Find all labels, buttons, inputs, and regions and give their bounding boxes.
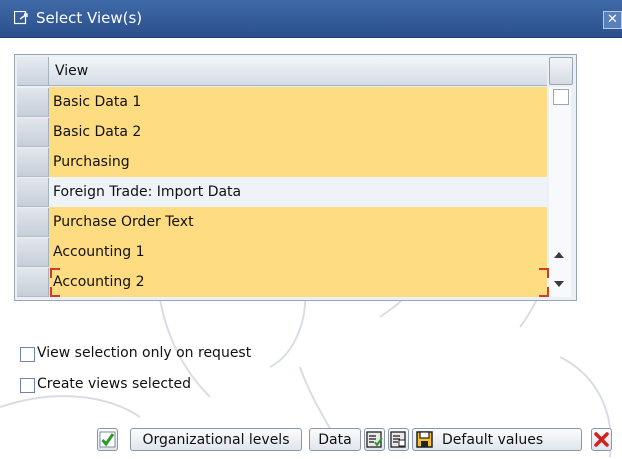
save-icon: [416, 431, 433, 448]
vertical-scrollbar[interactable]: [549, 87, 571, 297]
row-selector[interactable]: [17, 148, 49, 177]
row-selector[interactable]: [17, 238, 49, 267]
create-views-checkbox[interactable]: [20, 378, 35, 393]
select-all-rows-cell[interactable]: [17, 57, 49, 86]
scroll-down-icon[interactable]: [554, 281, 564, 287]
table-row[interactable]: Accounting 1: [17, 237, 547, 267]
title-bar: Select View(s) ✕: [0, 0, 622, 38]
focus-corner-tr: [539, 268, 549, 278]
scroll-thumb[interactable]: [553, 89, 569, 105]
focus-corner-br: [539, 287, 549, 297]
view-cell[interactable]: Accounting 1: [49, 237, 547, 267]
view-cell[interactable]: Purchase Order Text: [49, 207, 547, 237]
view-selection-label: View selection only on request: [37, 345, 252, 361]
row-selector[interactable]: [17, 118, 49, 147]
close-icon: ✕: [607, 12, 618, 27]
row-selector[interactable]: [17, 268, 49, 297]
table-settings-button[interactable]: [549, 57, 573, 85]
table-row[interactable]: Basic Data 2: [17, 117, 547, 147]
check-icon: [99, 431, 116, 448]
row-selector[interactable]: [17, 88, 49, 117]
scroll-up-icon[interactable]: [554, 252, 564, 258]
close-button[interactable]: ✕: [603, 11, 622, 29]
data-button[interactable]: Data: [309, 428, 361, 451]
table-row[interactable]: Accounting 2: [17, 267, 547, 297]
table-row[interactable]: Purchase Order Text: [17, 207, 547, 237]
view-cell[interactable]: Purchasing: [49, 147, 547, 177]
table-row[interactable]: Foreign Trade: Import Data: [17, 177, 547, 207]
focus-corner-tl: [50, 268, 60, 278]
row-selector[interactable]: [17, 208, 49, 237]
deselect-all-button[interactable]: [388, 428, 409, 451]
organizational-levels-button[interactable]: Organizational levels: [130, 428, 302, 451]
column-header-view[interactable]: View: [49, 57, 547, 86]
view-cell[interactable]: Basic Data 2: [49, 117, 547, 147]
view-cell[interactable]: Basic Data 1: [49, 87, 547, 117]
view-cell[interactable]: Foreign Trade: Import Data: [49, 177, 547, 207]
view-cell-focused[interactable]: Accounting 2: [49, 267, 547, 297]
default-values-button[interactable]: Default values: [412, 428, 582, 451]
cancel-button[interactable]: [591, 428, 612, 451]
window-title: Select View(s): [36, 9, 143, 27]
deselect-all-icon: [390, 431, 406, 448]
table-row[interactable]: Purchasing: [17, 147, 547, 177]
select-all-button[interactable]: [364, 428, 385, 451]
confirm-button[interactable]: [97, 428, 118, 451]
row-selector[interactable]: [17, 178, 49, 207]
cancel-icon: [594, 432, 609, 447]
view-selection-checkbox[interactable]: [20, 347, 35, 362]
select-all-icon: [366, 431, 383, 448]
window-icon: [13, 10, 30, 26]
table-row[interactable]: Basic Data 1: [17, 87, 547, 117]
create-views-label: Create views selected: [37, 376, 192, 392]
views-table: View Basic Data 1 Basic Data 2 Purchasin…: [14, 54, 577, 301]
focus-corner-bl: [50, 287, 60, 297]
